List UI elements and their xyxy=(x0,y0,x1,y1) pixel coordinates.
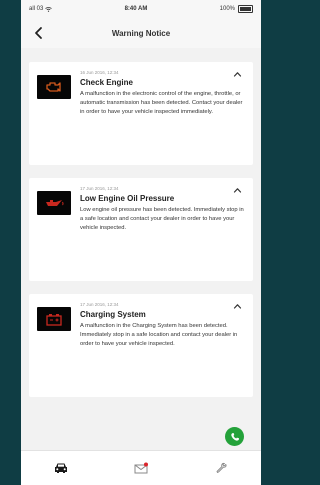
wrench-icon xyxy=(216,462,227,473)
status-time: 8:40 AM xyxy=(124,6,148,12)
car-icon xyxy=(55,463,67,473)
status-bar: all 03 8:40 AM 100% xyxy=(21,0,261,18)
phone-screen: all 03 8:40 AM 100% Warning Notice 16 Ju… xyxy=(21,0,261,485)
notice-card-check-engine[interactable]: 16 Jun 2016, 12:34 Check Engine A malfun… xyxy=(29,62,253,165)
check-engine-icon xyxy=(37,75,71,99)
carrier-text: all 03 xyxy=(29,6,44,12)
nav-header: Warning Notice xyxy=(21,18,261,48)
chevron-left-icon[interactable] xyxy=(31,25,47,41)
battery-warning-icon xyxy=(37,307,71,331)
oil-can-icon xyxy=(37,191,71,215)
notice-title: Low Engine Oil Pressure xyxy=(80,194,175,203)
notice-description: A malfunction in the electronic control … xyxy=(80,91,243,116)
wifi-icon xyxy=(45,6,53,12)
notice-description: A malfunction in the Charging System has… xyxy=(80,323,238,348)
status-carrier: all 03 xyxy=(29,6,53,12)
tab-car[interactable] xyxy=(49,458,73,478)
phone-icon xyxy=(230,432,239,441)
page-title: Warning Notice xyxy=(111,28,171,38)
call-button[interactable] xyxy=(225,427,244,446)
chevron-up-icon[interactable] xyxy=(233,303,242,309)
battery-percent: 100% xyxy=(219,6,235,12)
tab-messages[interactable] xyxy=(129,458,153,478)
notice-card-oil-pressure[interactable]: 17 Jun 2016, 12:34 Low Engine Oil Pressu… xyxy=(29,178,253,281)
notice-title: Charging System xyxy=(80,310,146,319)
notice-title: Check Engine xyxy=(80,78,133,87)
mail-icon xyxy=(134,462,148,474)
chevron-up-icon[interactable] xyxy=(233,71,242,77)
notice-card-charging-system[interactable]: 17 Jun 2016, 12:34 Charging System A mal… xyxy=(29,294,253,397)
battery-icon xyxy=(238,5,253,13)
tab-service[interactable] xyxy=(209,458,233,478)
chevron-up-icon[interactable] xyxy=(233,187,242,193)
notice-list: 16 Jun 2016, 12:34 Check Engine A malfun… xyxy=(21,48,261,397)
notice-description: Low engine oil pressure has been detecte… xyxy=(80,207,244,232)
status-battery: 100% xyxy=(220,5,253,13)
notice-time: 17 Jun 2016, 12:34 xyxy=(80,186,119,191)
bottom-tab-bar xyxy=(21,450,261,485)
notice-time: 16 Jun 2016, 12:34 xyxy=(80,70,119,75)
notice-time: 17 Jun 2016, 12:34 xyxy=(80,302,119,307)
